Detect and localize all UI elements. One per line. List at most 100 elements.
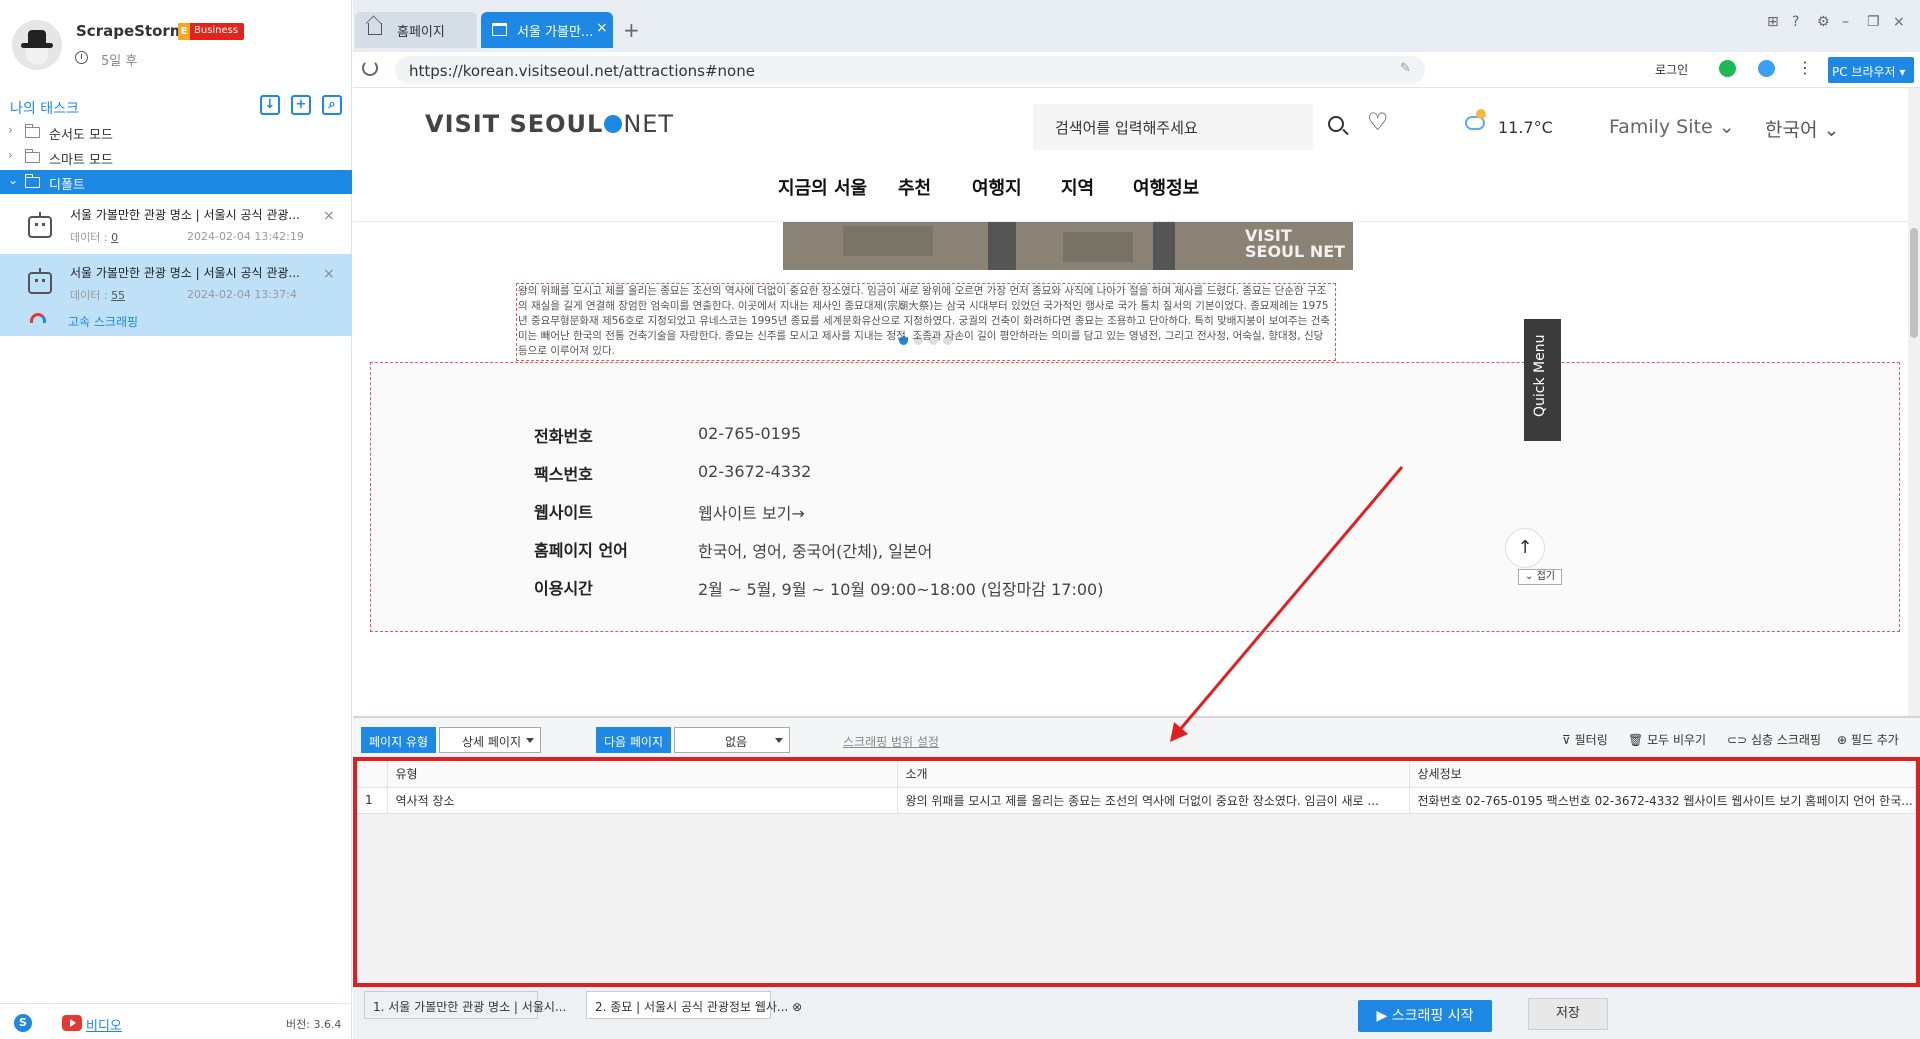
tab-label: 서울 가볼만... [517,25,594,40]
nav-now-seoul[interactable]: 지금의 서울 [778,174,867,200]
tree-item-smart-mode[interactable]: › 스마트 모드 [0,145,352,169]
tree-item-default[interactable]: ⌄ 디폴트 [0,170,352,194]
sidebar-footer: S 비디오 버전: 3.6.4 [0,1003,352,1039]
url-text: https://korean.visitseoul.net/attraction… [409,62,755,80]
nav-travel-info[interactable]: 여행정보 [1133,174,1199,200]
table-row[interactable]: 1 역사적 장소 왕의 위패를 모시고 제를 올리는 종묘는 조선의 역사에 더… [357,787,1916,814]
page-tab-2[interactable]: 2. 종묘 | 서울시 공식 관광정보 웹사... ⊗ [586,991,802,1019]
task-item[interactable]: 서울 가볼만한 관광 명소 | 서울시 공식 관광... 데이터 : 0 202… [0,197,352,253]
scrape-range-link[interactable]: 스크래핑 범위 설정 [843,733,939,750]
nav-destinations[interactable]: 여행지 [972,174,1022,200]
task-data-count-value[interactable]: 0 [111,231,118,244]
nav-regions[interactable]: 지역 [1061,174,1094,200]
table-cell[interactable]: 전화번호 02-765-0195 팩스번호 02-3672-4332 웹사이트 … [1409,787,1916,814]
close-icon[interactable]: ⊗ [792,1000,802,1014]
family-site-dropdown[interactable]: Family Site ⌄ [1609,116,1735,138]
detail-label: 이용시간 [534,579,593,598]
url-input[interactable]: https://korean.visitseoul.net/attraction… [395,56,1425,84]
tree-item-flowchart-mode[interactable]: › 순서도 모드 [0,120,352,144]
clear-all-button[interactable]: 🗑 모두 비우기 [1628,731,1706,748]
close-window-icon[interactable]: × [1893,14,1905,30]
tree-item-label: 순서도 모드 [49,128,113,143]
column-header[interactable]: 소개 [897,761,1410,788]
extension-green-icon[interactable] [1719,60,1736,77]
start-scraping-button[interactable]: ▶ 스크래핑 시작 [1358,1000,1492,1032]
page-tab-label: 1. 서울 가볼만한 관광 명소 | 서울시... [373,1000,567,1014]
chevron-right-icon: › [8,148,13,162]
detail-value: 한국어, 영어, 중국어(간체), 일본어 [698,542,933,561]
site-logo[interactable]: VISIT SEOUL NET [425,110,674,138]
column-header[interactable]: 상세정보 [1409,761,1916,788]
help-icon[interactable]: ? [1792,14,1799,30]
folder-icon [25,124,40,138]
add-field-button[interactable]: ⊕ 필드 추가 [1837,731,1899,748]
scroll-top-button[interactable]: ↑ [1505,528,1545,568]
fast-scrape-label[interactable]: 고속 스크래핑 [68,313,138,330]
next-page-select[interactable]: 없음 [674,727,790,753]
search-task-icon[interactable]: ⌕ [322,95,342,115]
reload-icon[interactable] [362,60,378,76]
website-link[interactable]: 웹사이트 보기→ [698,500,805,524]
extension-blue-icon[interactable] [1758,60,1775,77]
task-item[interactable]: 서울 가볼만한 관광 명소 | 서울시 공식 관광... 데이터 : 55 20… [0,254,352,336]
search-icon[interactable] [1328,116,1344,132]
quick-menu[interactable]: Quick Menu [1524,319,1561,441]
skype-icon[interactable]: S [14,1014,32,1032]
collapse-label: 접기 [1536,571,1555,582]
tab-label: 홈페이지 [397,25,445,40]
filter-button[interactable]: ⊽ 필터링 [1562,731,1608,748]
intro-text[interactable]: 왕의 위패를 모시고 제를 올리는 종묘는 조선의 역사에 더없이 중요한 장소… [516,283,1336,361]
heart-icon[interactable]: ♡ [1367,108,1389,136]
column-header[interactable]: 유형 [387,761,898,788]
youtube-icon[interactable] [62,1015,82,1031]
language-dropdown[interactable]: 한국어 ⌄ [1765,115,1839,142]
next-page-value: 없음 [725,735,748,749]
restore-icon[interactable]: ❐ [1867,14,1880,30]
task-title: 서울 가볼만한 관광 명소 | 서울시 공식 관광... [70,266,300,280]
row-number-header [357,761,388,788]
deep-scrape-label: 심층 스크래핑 [1750,733,1821,747]
task-title: 서울 가볼만한 관광 명소 | 서울시 공식 관광... [70,208,300,222]
site-search-input[interactable]: 검색어를 입력해주세요 [1033,104,1313,150]
deep-scrape-button[interactable]: ⊂⊃ 심층 스크래핑 [1727,731,1821,748]
video-link[interactable]: 비디오 [86,1015,122,1034]
site-header: VISIT SEOUL NET 검색어를 입력해주세요 ♡ 11.7°C Fami… [353,88,1908,222]
scrollbar[interactable] [1908,88,1920,716]
logo-dot [604,115,623,133]
import-icon[interactable]: ↓ [260,95,280,115]
close-icon[interactable]: × [596,20,608,36]
scrollbar-thumb[interactable] [1910,228,1918,338]
task-data-label: 데이터 : [70,289,108,302]
app-name: ScrapeStorm [76,22,186,40]
close-icon[interactable]: × [323,208,335,224]
task-date: 2024-02-04 13:42:19 [187,230,304,243]
table-cell[interactable]: 역사적 장소 [387,787,898,814]
close-icon[interactable]: × [323,266,335,282]
dropdown-arrow-icon [526,738,534,743]
page-tab-1[interactable]: 1. 서울 가볼만한 관광 명소 | 서울시... [364,991,566,1019]
task-data-label: 데이터 : [70,231,108,244]
new-tab-icon[interactable]: + [623,18,640,42]
settings-icon[interactable]: ⚙ [1817,14,1830,30]
pc-browser-button[interactable]: PC 브라우저 ▾ [1828,57,1914,83]
site-logo-left: VISIT SEOUL [425,110,604,138]
add-task-icon[interactable]: + [291,95,311,115]
add-field-label: 필드 추가 [1850,733,1899,747]
save-button[interactable]: 저장 [1528,998,1608,1030]
nav-recommend[interactable]: 추천 [898,174,931,200]
tab-home[interactable]: 홈페이지 [355,12,477,48]
detail-info-box[interactable]: 전화번호 02-765-0195 팩스번호 02-3672-4332 웹사이트 … [370,362,1900,632]
login-button[interactable]: 로그인 [1655,61,1688,78]
page-type-select[interactable]: 상세 페이지 [439,727,541,753]
more-vertical-icon[interactable]: ⋮ [1797,58,1813,77]
edit-icon[interactable]: ✎ [1400,61,1411,76]
collapse-button[interactable]: ⌄ 접기 [1518,569,1562,585]
tab-attractions[interactable]: 서울 가볼만... × [481,12,613,48]
minimize-icon[interactable]: – [1842,14,1849,30]
page-type-label: 페이지 유형 [361,727,437,753]
task-data-count-value[interactable]: 55 [111,289,125,302]
avatar[interactable] [12,20,62,70]
page-type-value: 상세 페이지 [462,735,522,749]
gift-icon[interactable]: ⊞ [1767,14,1779,30]
table-cell[interactable]: 왕의 위패를 모시고 제를 올리는 종묘는 조선의 역사에 더없이 중요한 장소… [897,787,1410,814]
